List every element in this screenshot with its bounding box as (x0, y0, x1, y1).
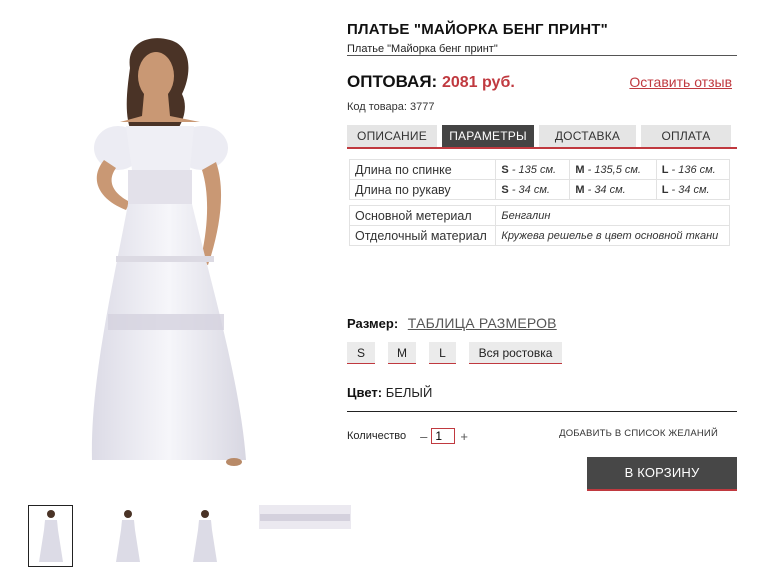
size-row: Размер: ТАБЛИЦА РАЗМЕРОВ (347, 315, 557, 331)
color-row: Цвет: БЕЛЫЙ (347, 385, 432, 400)
param-label: Отделочный материал (348, 225, 497, 246)
quantity-decrement[interactable]: – (420, 429, 427, 444)
size-chart-link[interactable]: ТАБЛИЦА РАЗМЕРОВ (408, 315, 557, 331)
main-product-photo[interactable] (30, 20, 300, 490)
table-row: Основной метериал Бенгалин (348, 205, 730, 226)
leave-review-link[interactable]: Оставить отзыв (629, 74, 732, 90)
quantity-increment[interactable]: + (460, 429, 468, 444)
thumbnail-3[interactable] (182, 505, 227, 567)
param-label: Длина по рукаву (348, 179, 497, 200)
thumbnail-2[interactable] (105, 505, 150, 567)
param-label: Длина по спинке (348, 159, 497, 180)
param-size-m: M - 135,5 см. (569, 159, 657, 180)
product-subtitle: Платье "Майорка бенг принт" (347, 43, 498, 55)
param-value: Кружева решелье в цвет основной ткани (495, 225, 730, 246)
divider (347, 411, 737, 412)
add-to-wishlist-link[interactable]: ДОБАВИТЬ В СПИСОК ЖЕЛАНИЙ (559, 428, 718, 439)
price-value: 2081 руб. (441, 74, 515, 91)
param-value: Бенгалин (495, 205, 730, 226)
quantity-input[interactable] (431, 428, 456, 444)
tab-delivery[interactable]: ДОСТАВКА (539, 125, 636, 147)
product-sku: Код товара: 3777 (347, 101, 435, 113)
quantity-row: Количество – + (347, 428, 468, 444)
size-option-all[interactable]: Вся ростовка (469, 342, 562, 364)
param-size-l: L - 136 см. (655, 159, 731, 180)
thumbnail-4-lace-detail[interactable] (259, 505, 351, 529)
color-label: Цвет: (347, 385, 383, 400)
color-value: БЕЛЫЙ (385, 385, 433, 400)
table-row: Отделочный материал Кружева решелье в цв… (348, 225, 730, 246)
price-label: ОПТОВАЯ: (347, 72, 438, 91)
thumbnail-strip (28, 505, 351, 567)
size-label: Размер: (347, 316, 399, 331)
size-options: S M L Вся ростовка (347, 342, 562, 364)
thumbnail-1[interactable] (28, 505, 73, 567)
tab-description[interactable]: ОПИСАНИЕ (347, 125, 437, 147)
tab-parameters[interactable]: ПАРАМЕТРЫ (442, 125, 534, 147)
table-row: Длина по спинке S - 135 см. M - 135,5 см… (348, 159, 731, 180)
quantity-label: Количество (347, 430, 407, 442)
table-row: Длина по рукаву S - 34 см. M - 34 см. L … (348, 179, 731, 200)
tab-payment[interactable]: ОПЛАТА (641, 125, 731, 147)
divider (347, 55, 737, 56)
price-block: ОПТОВАЯ: 2081 руб. (347, 72, 515, 92)
add-to-cart-button[interactable]: В КОРЗИНУ (587, 457, 737, 491)
param-label: Основной метериал (348, 205, 497, 226)
param-size-m: M - 34 см. (569, 179, 657, 200)
product-title: ПЛАТЬЕ "МАЙОРКА БЕНГ ПРИНТ" (347, 21, 608, 38)
product-tabs: ОПИСАНИЕ ПАРАМЕТРЫ ДОСТАВКА ОПЛАТА (347, 125, 737, 149)
size-option-s[interactable]: S (347, 342, 375, 364)
param-size-l: L - 34 см. (655, 179, 731, 200)
size-option-l[interactable]: L (429, 342, 456, 364)
parameters-table: Длина по спинке S - 135 см. M - 135,5 см… (348, 159, 731, 246)
size-option-m[interactable]: M (388, 342, 416, 364)
param-size-s: S - 34 см. (495, 179, 571, 200)
param-size-s: S - 135 см. (495, 159, 571, 180)
